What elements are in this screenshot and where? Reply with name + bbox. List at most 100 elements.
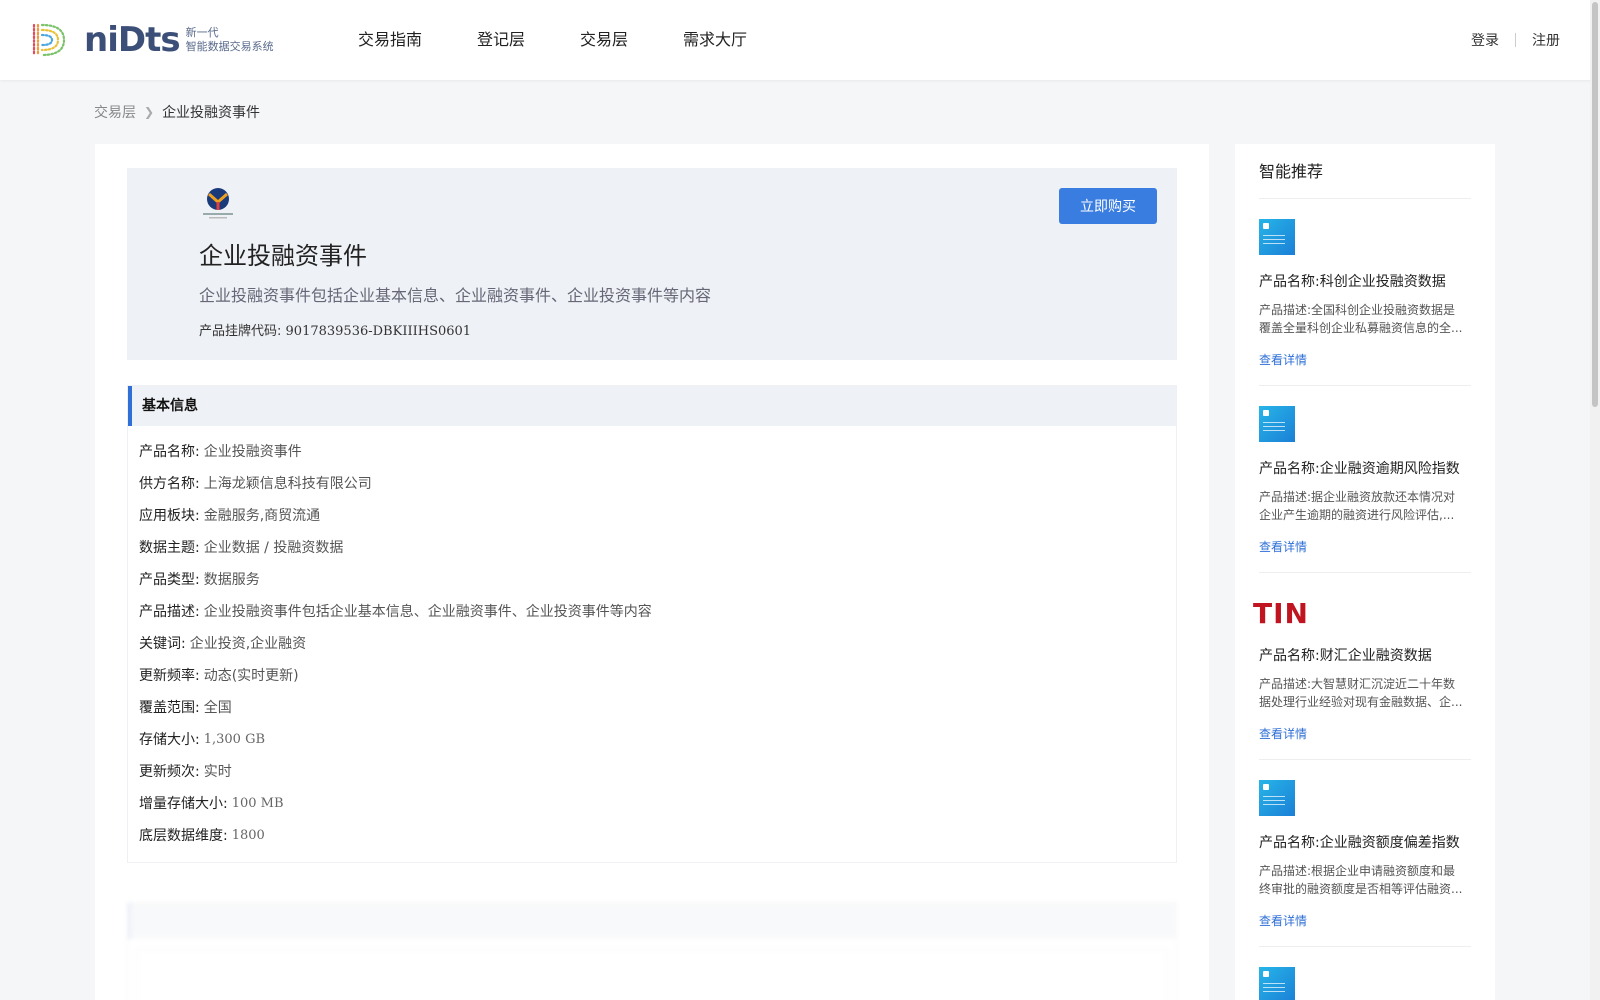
recommendation-desc: 产品描述:大智慧财汇沉淀近二十年数据处理行业经验对现有金融数据、企...	[1259, 677, 1463, 709]
info-value: 100 MB	[231, 796, 284, 811]
page-scrollbar[interactable]	[1590, 0, 1600, 1000]
blurred-paragraph	[136, 949, 1168, 1000]
info-value: 企业投资,企业融资	[189, 636, 307, 652]
recommendation-name[interactable]: 产品名称:科创企业投融资数据	[1259, 271, 1446, 291]
product-thumbnail-icon[interactable]	[1259, 406, 1295, 442]
product-thumbnail-icon[interactable]	[1259, 219, 1295, 255]
top-header: niDts 新一代 智能数据交易系统 交易指南 登记层 交易层 需求大厅 登录 …	[0, 0, 1600, 80]
info-row-incremental-storage: 增量存储大小: 100 MB	[139, 788, 1176, 820]
info-value: 1800	[231, 828, 265, 843]
site-logo[interactable]: niDts 新一代 智能数据交易系统	[30, 18, 274, 62]
info-row-topic: 数据主题: 企业数据 / 投融资数据	[139, 532, 1176, 564]
info-value: 动态(实时更新)	[203, 668, 299, 684]
info-value: 企业数据 / 投融资数据	[203, 540, 344, 556]
login-link[interactable]: 登录	[1471, 30, 1499, 50]
product-description: 企业投融资事件包括企业基本信息、企业融资事件、企业投资事件等内容	[199, 286, 712, 305]
view-details-link[interactable]: 查看详情	[1259, 351, 1307, 368]
info-key: 更新频次:	[139, 764, 200, 780]
breadcrumb: 交易层 ❯ 企业投融资事件	[94, 102, 260, 122]
info-row-update-cadence: 更新频次: 实时	[139, 756, 1176, 788]
breadcrumb-current: 企业投融资事件	[162, 105, 261, 121]
auth-divider	[1515, 33, 1516, 47]
product-thumbnail-icon[interactable]	[1259, 967, 1295, 1000]
product-thumbnail-icon[interactable]	[1259, 780, 1295, 816]
recommendation-name[interactable]: 产品名称:企业融资逾期风险指数	[1259, 458, 1460, 478]
info-value: 数据服务	[203, 572, 260, 588]
recommendation-sidebar: 智能推荐 产品名称:科创企业投融资数据 产品描述:全国科创企业投融资数据是覆盖全…	[1235, 144, 1495, 1000]
info-row-supplier: 供方名称: 上海龙颖信息科技有限公司	[139, 468, 1176, 500]
info-row-description: 产品描述: 企业投融资事件包括企业基本信息、企业融资事件、企业投资事件等内容	[139, 596, 1176, 628]
info-row-sector: 应用板块: 金融服务,商贸流通	[139, 500, 1176, 532]
auth-links: 登录 注册	[1471, 0, 1560, 80]
product-code: 产品挂牌代码: 9017839536-DBKIIIHS0601	[199, 320, 471, 339]
nav-registration-layer[interactable]: 登记层	[477, 0, 525, 80]
info-row-type: 产品类型: 数据服务	[139, 564, 1176, 596]
sidebar-title: 智能推荐	[1259, 144, 1471, 199]
recommendation-card: 产品名称:科创企业投融资数据 产品描述:全国科创企业投融资数据是覆盖全量科创企业…	[1259, 199, 1471, 386]
info-row-product-name: 产品名称: 企业投融资事件	[139, 436, 1176, 468]
caihui-logo-icon[interactable]: TIN	[1253, 593, 1308, 630]
info-key: 产品名称:	[139, 444, 200, 460]
breadcrumb-parent[interactable]: 交易层	[94, 102, 136, 122]
chevron-right-icon: ❯	[144, 105, 155, 119]
recommendation-desc: 产品描述:全国科创企业投融资数据是覆盖全量科创企业私募融资信息的全...	[1259, 303, 1463, 335]
info-key: 供方名称:	[139, 476, 200, 492]
logo-subtitle: 新一代 智能数据交易系统	[186, 26, 274, 54]
recommendation-desc: 产品描述:根据企业申请融资额度和最终审批的融资额度是否相等评估融资...	[1259, 864, 1463, 896]
info-key: 关键词:	[139, 636, 186, 652]
logo-sub-line1: 新一代	[185, 26, 219, 39]
info-row-keywords: 关键词: 企业投资,企业融资	[139, 628, 1176, 660]
logo-mark-icon	[32, 23, 66, 57]
caihui-logo-text: TIN	[1253, 597, 1309, 630]
basic-info-list: 产品名称: 企业投融资事件 供方名称: 上海龙颖信息科技有限公司 应用板块: 金融服务…	[128, 426, 1176, 852]
info-key: 数据主题:	[139, 540, 200, 556]
supplier-logo-icon	[203, 188, 233, 219]
recommendation-card: TIN 产品名称:财汇企业融资数据 产品描述:大智慧财汇沉淀近二十年数据处理行业…	[1253, 573, 1471, 760]
recommendation-name[interactable]: 产品名称:财汇企业融资数据	[1259, 645, 1432, 665]
info-row-storage-size: 存储大小: 1,300 GB	[139, 724, 1176, 756]
info-key: 存储大小:	[139, 732, 200, 748]
product-hero: 企业投融资事件 企业投融资事件包括企业基本信息、企业融资事件、企业投资事件等内容…	[127, 168, 1177, 360]
info-value: 企业投融资事件	[203, 444, 302, 460]
view-details-link[interactable]: 查看详情	[1259, 725, 1307, 742]
product-detail-panel: 企业投融资事件 企业投融资事件包括企业基本信息、企业融资事件、企业投资事件等内容…	[95, 144, 1209, 1000]
logo-sub-line2: 智能数据交易系统	[185, 40, 274, 53]
info-row-dimensions: 底层数据维度: 1800	[139, 820, 1176, 852]
blurred-heading	[128, 903, 1176, 939]
scrollbar-thumb[interactable]	[1592, 2, 1598, 407]
info-value: 1,300 GB	[203, 732, 266, 747]
info-row-coverage: 覆盖范围: 全国	[139, 692, 1176, 724]
info-key: 应用板块:	[139, 508, 200, 524]
recommendation-card: 产品名称:企业融资额度偏差指数 产品描述:根据企业申请融资额度和最终审批的融资额…	[1259, 760, 1471, 947]
logo-wordmark: niDts	[84, 20, 181, 60]
info-value: 实时	[203, 764, 232, 780]
basic-info-heading: 基本信息	[128, 386, 1176, 426]
nav-trading-layer[interactable]: 交易层	[580, 0, 628, 80]
info-key: 产品描述:	[139, 604, 200, 620]
product-code-value: 9017839536-DBKIIIHS0601	[285, 324, 472, 339]
recommendation-name[interactable]: 产品名称:企业融资额度偏差指数	[1259, 832, 1460, 852]
main-nav: 交易指南 登记层 交易层 需求大厅	[358, 0, 802, 80]
register-link[interactable]: 注册	[1532, 30, 1560, 50]
info-value: 全国	[203, 700, 232, 716]
info-value: 企业投融资事件包括企业基本信息、企业融资事件、企业投资事件等内容	[203, 604, 652, 620]
product-code-label: 产品挂牌代码:	[199, 324, 282, 339]
info-key: 增量存储大小:	[139, 796, 228, 812]
nav-demand-hall[interactable]: 需求大厅	[683, 0, 747, 80]
view-details-link[interactable]: 查看详情	[1259, 538, 1307, 555]
recommendation-desc: 产品描述:据企业融资放款还本情况对企业产生逾期的融资进行风险评估,...	[1259, 490, 1456, 522]
buy-now-button[interactable]: 立即购买	[1059, 188, 1157, 224]
info-row-update-frequency: 更新频率: 动态(实时更新)	[139, 660, 1176, 692]
info-value: 金融服务,商贸流通	[203, 508, 321, 524]
product-title: 企业投融资事件	[199, 242, 367, 270]
basic-info-section: 基本信息 产品名称: 企业投融资事件 供方名称: 上海龙颖信息科技有限公司 应用板块…	[127, 385, 1177, 863]
info-key: 更新频率:	[139, 668, 200, 684]
info-key: 底层数据维度:	[139, 828, 228, 844]
info-value: 上海龙颖信息科技有限公司	[203, 476, 372, 492]
nav-trading-guide[interactable]: 交易指南	[358, 0, 422, 80]
view-details-link[interactable]: 查看详情	[1259, 912, 1307, 929]
recommendation-card: 产品名称:企业融资逾期风险指数 产品描述:据企业融资放款还本情况对企业产生逾期的…	[1259, 386, 1471, 573]
recommendation-card	[1259, 947, 1471, 1000]
info-key: 产品类型:	[139, 572, 200, 588]
info-key: 覆盖范围:	[139, 700, 200, 716]
